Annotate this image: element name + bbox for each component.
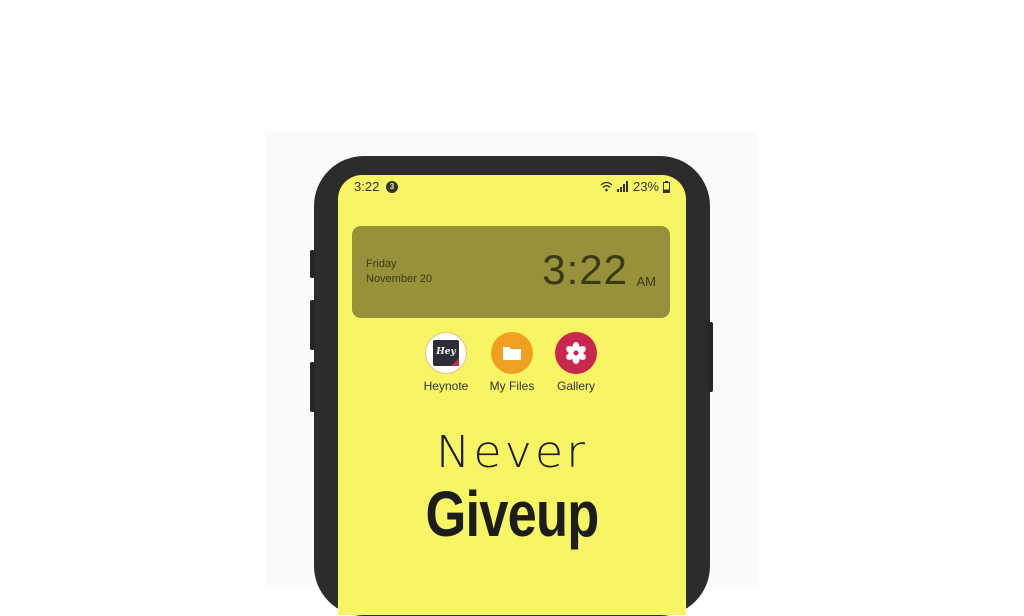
wallpaper-text-never: Never xyxy=(435,426,589,478)
widget-date: November 20 xyxy=(366,273,433,285)
battery-icon xyxy=(663,180,670,193)
status-bar: 3:22 3 23% xyxy=(338,175,686,199)
app-heynote[interactable]: Hey Heynote xyxy=(414,332,478,393)
power-button[interactable] xyxy=(708,322,713,392)
signal-icon xyxy=(616,181,628,192)
status-time: 3:22 xyxy=(354,179,380,194)
app-my-files[interactable]: My Files xyxy=(480,332,544,393)
clock-widget[interactable]: Friday November 20 3:22 AM xyxy=(352,226,670,318)
app-gallery[interactable]: Gallery xyxy=(544,332,608,393)
folder-icon xyxy=(491,332,533,374)
gallery-flower-icon xyxy=(555,332,597,374)
widget-ampm: AM xyxy=(636,274,657,289)
volume-up-button[interactable] xyxy=(310,250,315,278)
app-label-gallery: Gallery xyxy=(556,379,595,393)
bixby-button[interactable] xyxy=(310,362,315,412)
volume-down-button[interactable] xyxy=(310,300,315,350)
heynote-icon-text: Hey xyxy=(436,347,456,357)
wifi-icon xyxy=(600,181,613,192)
wallpaper-text-giveup: Giveup xyxy=(425,478,600,550)
heynote-icon: Hey xyxy=(425,332,467,374)
notification-badge: 3 xyxy=(386,181,398,193)
app-label-heynote: Heynote xyxy=(423,379,469,393)
widget-day: Friday xyxy=(366,258,397,270)
home-screen: 3:22 3 23% Friday November 20 3:22 AM He… xyxy=(338,175,686,615)
widget-time: 3:22 xyxy=(542,246,628,293)
battery-percent: 23% xyxy=(632,179,659,194)
app-label-my-files: My Files xyxy=(489,379,535,393)
status-icons: 23% xyxy=(600,179,670,194)
